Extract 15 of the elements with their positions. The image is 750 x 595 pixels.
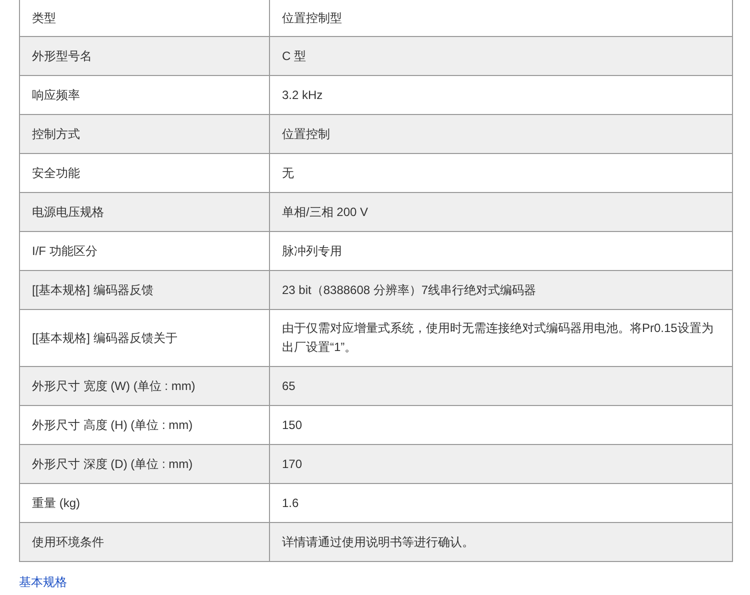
table-cell: 位置控制 xyxy=(270,114,732,154)
table-cell: 外形型号名 xyxy=(20,36,270,76)
table-cell: 使用环境条件 xyxy=(20,522,270,562)
table-cell: 详情请通过使用说明书等进行确认。 xyxy=(270,522,732,562)
table-cell: C 型 xyxy=(270,36,732,76)
table-cell: 65 xyxy=(270,366,732,406)
table-cell: 电源电压规格 xyxy=(20,192,270,232)
table-cell: 控制方式 xyxy=(20,114,270,154)
table-cell: 23 bit（8388608 分辨率）7线串行绝对式编码器 xyxy=(270,270,732,310)
table-cell: 单相/三相 200 V xyxy=(270,192,732,232)
section-link[interactable]: 基本规格 xyxy=(19,575,733,589)
table-cell: 外形尺寸 宽度 (W) (单位 : mm) xyxy=(20,366,270,406)
table-cell: 170 xyxy=(270,444,732,484)
table-cell: [[基本规格] 编码器反馈 xyxy=(20,270,270,310)
table-cell: 外形尺寸 深度 (D) (单位 : mm) xyxy=(20,444,270,484)
